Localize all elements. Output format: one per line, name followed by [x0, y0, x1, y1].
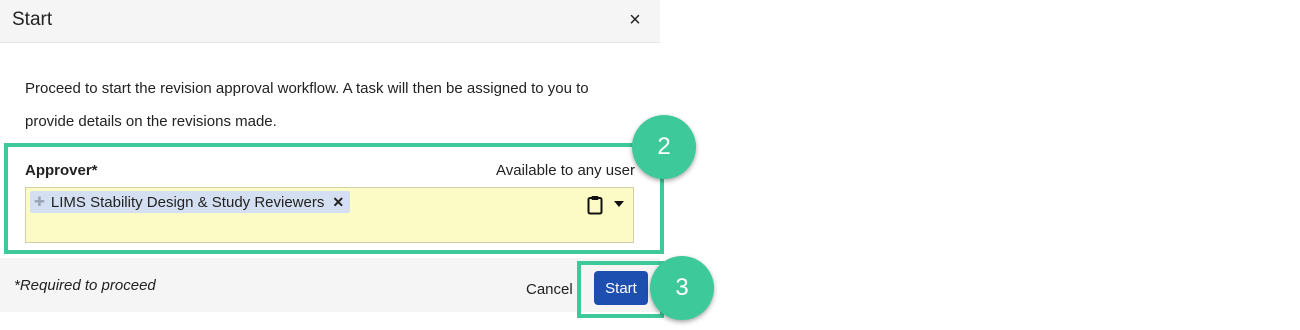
dialog-footer: *Required to proceed Cancel Start — [0, 258, 660, 312]
approver-highlight — [4, 143, 664, 254]
required-note: *Required to proceed — [14, 277, 156, 294]
dialog-title: Start — [12, 9, 53, 30]
dialog-description: Proceed to start the revision approval w… — [25, 80, 589, 130]
close-button[interactable]: × — [624, 8, 646, 32]
step-badge-2: 2 — [632, 115, 696, 179]
cancel-button[interactable]: Cancel — [526, 281, 573, 298]
close-icon: × — [629, 9, 641, 31]
dialog-header: Start × — [0, 0, 660, 43]
step-badge-3: 3 — [650, 256, 714, 320]
